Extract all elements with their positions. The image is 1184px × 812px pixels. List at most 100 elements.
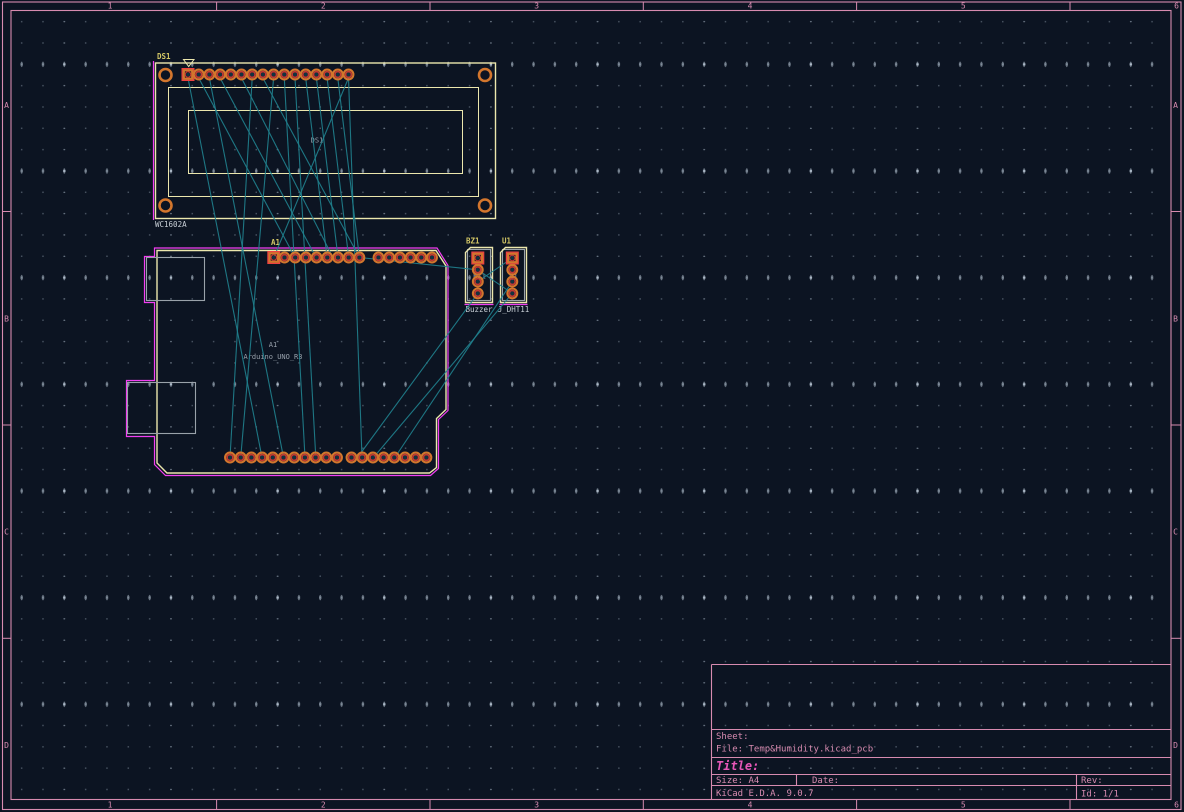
pad[interactable] (236, 453, 246, 463)
pad[interactable] (333, 253, 343, 263)
pad[interactable] (389, 453, 399, 463)
mounting-hole[interactable] (479, 200, 491, 212)
titleblock-title-label: Title: (716, 759, 759, 773)
sheet-column-label-top: 1 (108, 2, 113, 11)
pad[interactable] (311, 453, 321, 463)
pad[interactable] (279, 453, 289, 463)
pad[interactable] (384, 253, 394, 263)
pad-drill-hole (403, 456, 407, 460)
pad[interactable] (332, 453, 342, 463)
pad[interactable] (374, 253, 384, 263)
pad[interactable] (321, 453, 331, 463)
pad-drill-hole (392, 456, 396, 460)
pad-drill-hole (476, 280, 480, 284)
sheet-frame: 112233445566AABBCCDD (3, 2, 1182, 810)
pad[interactable] (290, 253, 300, 263)
pad-pin1[interactable] (268, 252, 280, 264)
mounting-hole[interactable] (160, 69, 172, 81)
pad-drill-hole (347, 256, 351, 260)
pad[interactable] (333, 70, 343, 80)
pad[interactable] (269, 70, 279, 80)
pad[interactable] (300, 453, 310, 463)
ratsnest-line (349, 78, 363, 458)
pad[interactable] (289, 453, 299, 463)
pad[interactable] (301, 70, 311, 80)
pad[interactable] (507, 277, 517, 287)
pad[interactable] (473, 289, 483, 299)
pad-drill-hole (282, 456, 286, 460)
buzzer-ref-label: BZ1 (466, 237, 480, 246)
pad-drill-hole (260, 456, 264, 460)
pad[interactable] (507, 265, 517, 275)
pad[interactable] (279, 70, 289, 80)
pad-drill-hole (347, 73, 351, 77)
pad-pin1[interactable] (472, 252, 484, 264)
pad[interactable] (301, 253, 311, 263)
mounting-hole-drill (482, 202, 488, 208)
pad[interactable] (290, 70, 300, 80)
pad-drill-hole (350, 456, 354, 460)
pad-drill-hole (315, 73, 319, 77)
pad[interactable] (427, 253, 437, 263)
pad[interactable] (280, 253, 290, 263)
pad-pin1[interactable] (182, 69, 194, 81)
pad-drill-hole (324, 456, 328, 460)
pad[interactable] (473, 277, 483, 287)
pad[interactable] (237, 70, 247, 80)
pad[interactable] (247, 453, 257, 463)
pad[interactable] (379, 453, 389, 463)
lcd-ref-label: DS1 (157, 52, 171, 61)
pad[interactable] (322, 70, 332, 80)
arduino-courtyard-outline (127, 248, 449, 476)
pad-drill-hole (336, 256, 340, 260)
pad[interactable] (312, 70, 322, 80)
pad[interactable] (368, 453, 378, 463)
pad-drill-hole (511, 256, 515, 260)
titleblock-app-version: KiCad E.D.A. 9.0.7 (716, 789, 814, 799)
pad[interactable] (422, 453, 432, 463)
pad-drill-hole (261, 73, 265, 77)
pad[interactable] (194, 70, 204, 80)
pad[interactable] (400, 453, 410, 463)
footprint-arduino[interactable]: A1 A1 Arduino_UNO_R3 (127, 238, 449, 476)
pad[interactable] (507, 289, 517, 299)
pad[interactable] (225, 453, 235, 463)
pad[interactable] (215, 70, 225, 80)
pad[interactable] (416, 253, 426, 263)
pad[interactable] (357, 453, 367, 463)
pad[interactable] (258, 70, 268, 80)
pad-drill-hole (272, 73, 276, 77)
pad[interactable] (355, 253, 365, 263)
pad-drill-hole (208, 73, 212, 77)
pad-drill-hole (229, 73, 233, 77)
pad-drill-hole (409, 256, 413, 260)
pad[interactable] (406, 253, 416, 263)
mounting-hole[interactable] (479, 69, 491, 81)
pad[interactable] (347, 453, 357, 463)
pad[interactable] (226, 70, 236, 80)
ratsnest-line (220, 78, 316, 258)
pad[interactable] (268, 453, 278, 463)
sheet-row-label-right: C (1173, 528, 1178, 537)
pad-drill-hole (425, 456, 429, 460)
lcd-display-window (189, 111, 463, 174)
arduino-silk-outline (157, 251, 446, 474)
pad[interactable] (395, 253, 405, 263)
sheet-row-label-left: D (4, 741, 9, 750)
arduino-usb-connector (147, 258, 205, 301)
pad[interactable] (473, 265, 483, 275)
pad-drill-hole (283, 256, 287, 260)
pad[interactable] (247, 70, 257, 80)
pad[interactable] (344, 253, 354, 263)
pcb-editor-canvas[interactable]: 112233445566AABBCCDD Sheet: File: Temp&H… (0, 0, 1184, 812)
pad[interactable] (257, 453, 267, 463)
pad[interactable] (344, 70, 354, 80)
titleblock-size: Size: A4 (716, 776, 759, 786)
sheet-column-label-top: 4 (748, 2, 753, 11)
mounting-hole[interactable] (160, 200, 172, 212)
pad[interactable] (312, 253, 322, 263)
pad-pin1[interactable] (507, 252, 519, 264)
pad[interactable] (411, 453, 421, 463)
pad[interactable] (322, 253, 332, 263)
pad[interactable] (205, 70, 215, 80)
